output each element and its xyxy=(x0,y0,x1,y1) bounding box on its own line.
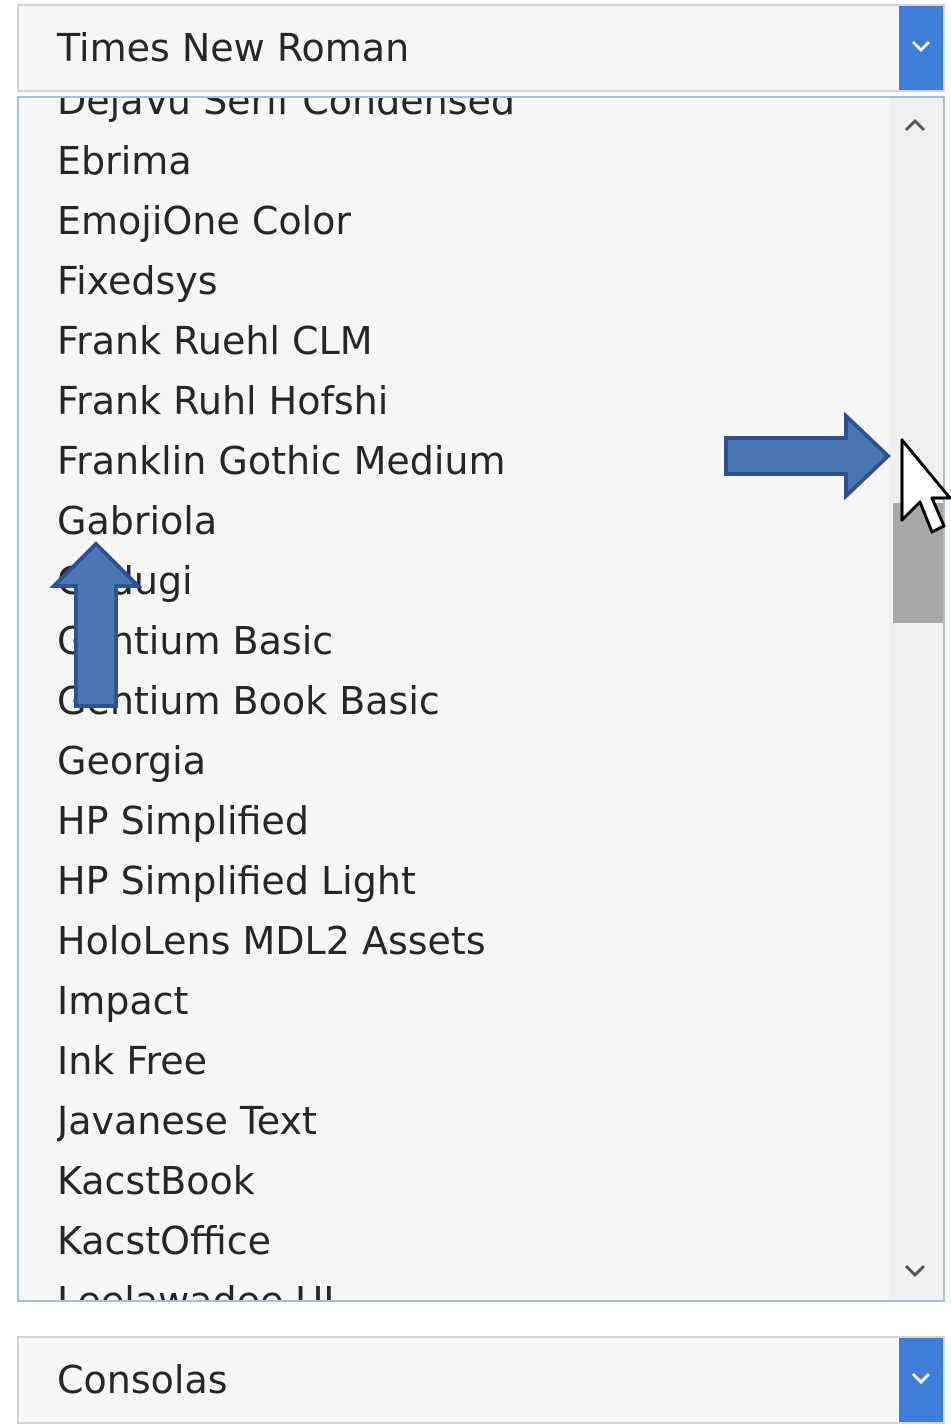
list-item[interactable]: Gadugi xyxy=(57,551,887,611)
list-item[interactable]: Ebrima xyxy=(57,131,887,191)
font-family-dropdown-button[interactable] xyxy=(899,6,943,90)
list-item[interactable]: Javanese Text xyxy=(57,1091,887,1151)
font-family-select-value: Times New Roman xyxy=(57,26,410,70)
chevron-down-icon xyxy=(911,40,931,53)
list-item[interactable]: HP Simplified xyxy=(57,791,887,851)
mouse-pointer-icon xyxy=(900,438,951,534)
secondary-dropdown-button[interactable] xyxy=(899,1338,943,1422)
chevron-down-icon xyxy=(911,1372,931,1385)
arrow-up-icon xyxy=(50,541,142,708)
list-item[interactable]: Fixedsys xyxy=(57,251,887,311)
list-item[interactable]: Frank Ruehl CLM xyxy=(57,311,887,371)
list-item[interactable]: EmojiOne Color xyxy=(57,191,887,251)
scroll-down-button[interactable] xyxy=(889,1244,943,1300)
list-item-gabriola[interactable]: Gabriola xyxy=(57,491,887,551)
secondary-font-select[interactable]: Consolas xyxy=(17,1336,945,1424)
list-item[interactable]: Georgia xyxy=(57,731,887,791)
list-item[interactable]: Leelawadee UI xyxy=(57,1271,887,1300)
vertical-scrollbar[interactable] xyxy=(889,98,943,1300)
font-family-select[interactable]: Times New Roman xyxy=(17,4,945,92)
list-item[interactable]: DejaVu Serif Condensed xyxy=(57,98,887,131)
font-list-items: DejaVu Serif Condensed Ebrima EmojiOne C… xyxy=(57,98,887,1300)
chevron-up-icon xyxy=(904,118,926,132)
list-item[interactable]: Impact xyxy=(57,971,887,1031)
list-item[interactable]: KacstOffice xyxy=(57,1211,887,1271)
list-item[interactable]: KacstBook xyxy=(57,1151,887,1211)
list-item[interactable]: Ink Free xyxy=(57,1031,887,1091)
list-item[interactable]: Gentium Basic xyxy=(57,611,887,671)
chevron-down-icon xyxy=(904,1264,926,1278)
font-family-listbox[interactable]: DejaVu Serif Condensed Ebrima EmojiOne C… xyxy=(17,96,945,1302)
arrow-right-icon xyxy=(724,412,891,500)
secondary-font-select-value: Consolas xyxy=(57,1358,228,1402)
list-item[interactable]: HP Simplified Light xyxy=(57,851,887,911)
scroll-up-button[interactable] xyxy=(889,98,943,154)
list-item[interactable]: HoloLens MDL2 Assets xyxy=(57,911,887,971)
list-item[interactable]: Gentium Book Basic xyxy=(57,671,887,731)
